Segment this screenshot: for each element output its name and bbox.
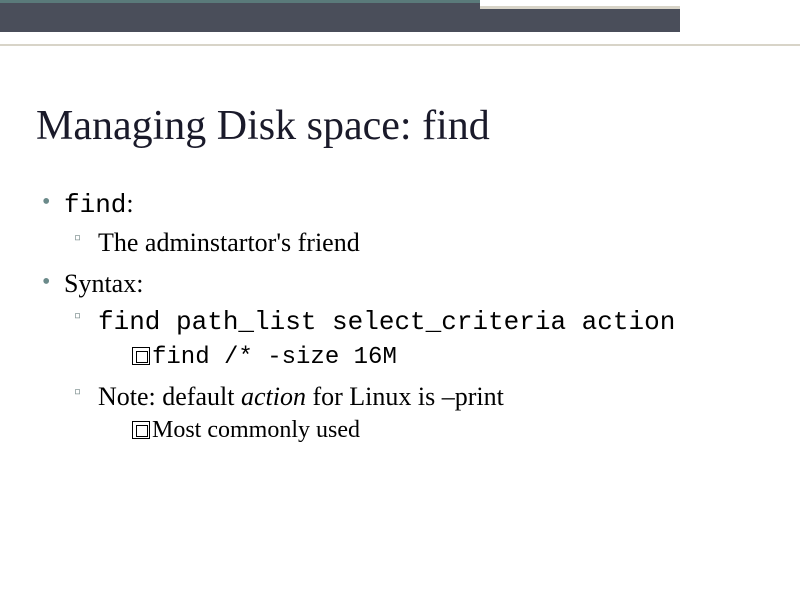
sub-list-syntax: find path_list select_criteria action fi…	[64, 303, 770, 446]
header-bar-dark	[0, 0, 480, 32]
code-find-syntax: find path_list select_criteria action	[98, 307, 675, 337]
sub-text: The adminstartor's friend	[98, 228, 360, 257]
note-pre: Note: default	[98, 382, 241, 411]
text-colon: :	[126, 189, 133, 218]
bullet-syntax: Syntax: find path_list select_criteria a…	[36, 266, 770, 446]
sub-note: Note: default action for Linux is –print…	[64, 379, 770, 446]
header-bar-short	[480, 6, 680, 32]
sub-find-syntax: find path_list select_criteria action fi…	[64, 303, 770, 374]
subsub-find-example: find /* -size 16M	[98, 340, 770, 374]
code-find: find	[64, 190, 126, 220]
sub-list-find: The adminstartor's friend	[64, 225, 770, 260]
slide-header-decoration	[0, 0, 800, 40]
header-bar-light	[0, 32, 800, 46]
box-glyph-icon	[132, 421, 150, 439]
slide-content: Managing Disk space: find find: The admi…	[0, 40, 800, 446]
subsub-most-common: Most commonly used	[98, 414, 770, 446]
bullet-find: find: The adminstartor's friend	[36, 186, 770, 260]
slide-title: Managing Disk space: find	[36, 102, 770, 150]
box-glyph-icon	[132, 347, 150, 365]
bullet-list: find: The adminstartor's friend Syntax: …	[36, 186, 770, 446]
text-syntax: Syntax:	[64, 269, 143, 298]
text-most-common: Most commonly used	[152, 417, 360, 443]
note-post: for Linux is –print	[306, 382, 504, 411]
note-action-emph: action	[241, 382, 306, 411]
code-find-example: find /* -size 16M	[152, 344, 397, 371]
sub-admin-friend: The adminstartor's friend	[64, 225, 770, 260]
